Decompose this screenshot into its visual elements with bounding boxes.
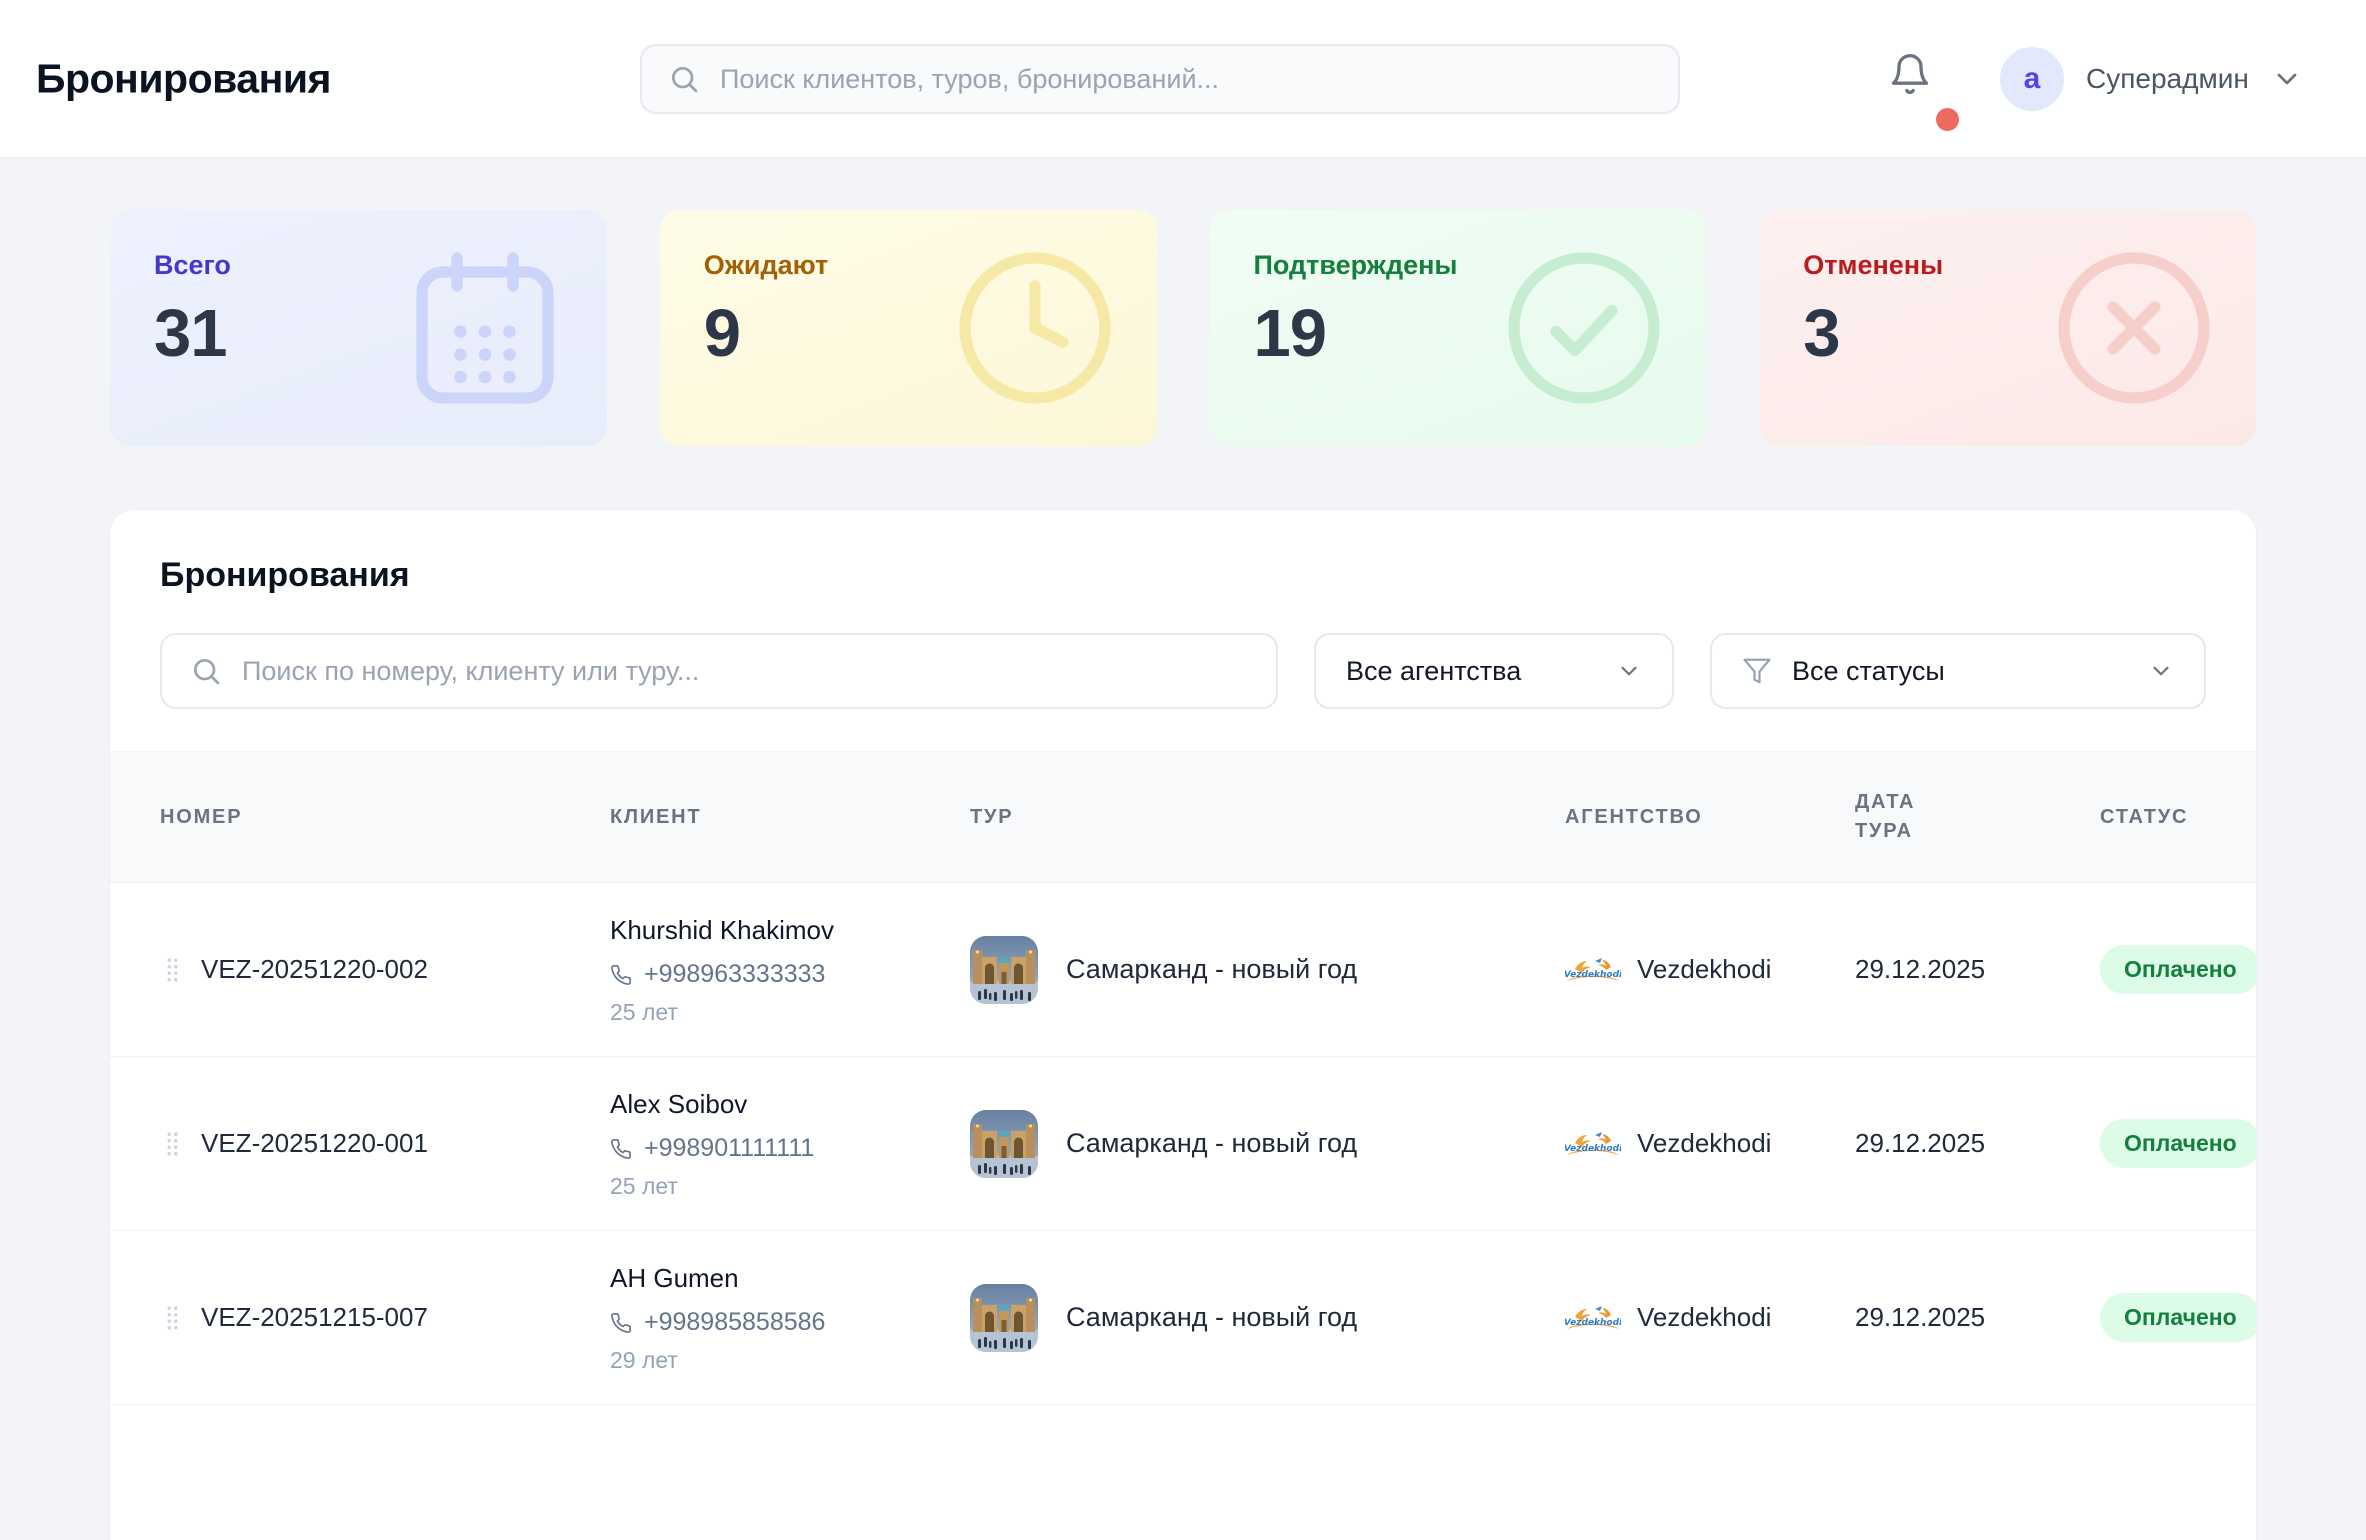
agency-filter-select[interactable]: Все агентства [1314, 633, 1674, 709]
client-phone: +998985858586 [644, 1308, 825, 1337]
tour-date: 29.12.2025 [1855, 1302, 2100, 1333]
bookings-table: Номер Клиент Тур Агентство Дата тура Ста… [110, 751, 2256, 1405]
booking-number: VEZ-20251215-007 [201, 1302, 428, 1333]
booking-number: VEZ-20251220-001 [201, 1128, 428, 1159]
booking-number: VEZ-20251220-002 [201, 954, 428, 985]
client-age: 25 лет [610, 1173, 970, 1200]
column-header-tour: Тур [970, 803, 1565, 832]
bell-icon [1888, 52, 1932, 96]
filter-icon [1742, 656, 1772, 686]
table-header-row: Номер Клиент Тур Агентство Дата тура Ста… [110, 751, 2256, 883]
phone-icon [610, 964, 632, 986]
status-badge: Оплачено [2100, 945, 2256, 994]
stats-row: Всего 31 Ожидают 9 Подтверждены 19 Отмен… [110, 210, 2256, 446]
check-circle-icon [1500, 244, 1668, 412]
client-age: 29 лет [610, 1347, 970, 1374]
phone-icon [610, 1138, 632, 1160]
chevron-down-icon [1616, 658, 1642, 684]
bookings-panel: Бронирования Все агентства Все статусы Н… [110, 510, 2256, 1540]
search-icon [668, 63, 700, 95]
drag-handle-icon[interactable] [166, 958, 179, 982]
bookings-search[interactable] [160, 633, 1278, 709]
table-row[interactable]: VEZ-20251220-002 Khurshid Khakimov +9989… [110, 883, 2256, 1057]
tour-date: 29.12.2025 [1855, 954, 2100, 985]
column-header-date: Дата тура [1855, 788, 1950, 846]
client-name: Khurshid Khakimov [610, 913, 845, 948]
search-icon [190, 655, 222, 687]
notification-dot [1936, 108, 1959, 131]
status-filter-select[interactable]: Все статусы [1710, 633, 2206, 709]
client-phone: +998901111111 [644, 1134, 814, 1163]
top-header: Бронирования a Суперадмин [0, 0, 2366, 158]
column-header-client: Клиент [610, 803, 970, 832]
column-header-status: Статус [2100, 803, 2256, 832]
calendar-icon [401, 244, 569, 412]
stat-card-total: Всего 31 [110, 210, 607, 446]
status-badge: Оплачено [2100, 1119, 2256, 1168]
agency-name: Vezdekhodi [1637, 954, 1771, 985]
page-title: Бронирования [36, 55, 331, 102]
stat-card-confirmed: Подтверждены 19 [1210, 210, 1707, 446]
client-name: AH Gumen [610, 1261, 845, 1296]
bookings-search-input[interactable] [242, 656, 1248, 687]
agency-filter-value: Все агентства [1346, 656, 1521, 687]
user-name: Суперадмин [2086, 63, 2249, 95]
user-menu[interactable]: a Суперадмин [2000, 46, 2303, 112]
status-badge: Оплачено [2100, 1293, 2256, 1342]
notifications-button[interactable] [1888, 52, 1948, 112]
chevron-down-icon [2148, 658, 2174, 684]
status-filter-value: Все статусы [1792, 656, 1945, 687]
global-search-input[interactable] [720, 64, 1652, 95]
tour-name: Самарканд - новый год [1066, 954, 1357, 985]
panel-controls: Все агентства Все статусы [160, 633, 2206, 709]
drag-handle-icon[interactable] [166, 1306, 179, 1330]
client-name: Alex Soibov [610, 1087, 845, 1122]
phone-icon [610, 1312, 632, 1334]
global-search[interactable] [640, 44, 1680, 114]
tour-name: Самарканд - новый год [1066, 1128, 1357, 1159]
client-age: 25 лет [610, 999, 970, 1026]
tour-date: 29.12.2025 [1855, 1128, 2100, 1159]
panel-title: Бронирования [160, 556, 2206, 595]
stat-card-pending: Ожидают 9 [660, 210, 1157, 446]
chevron-down-icon [2271, 63, 2303, 95]
agency-logo [1565, 1129, 1621, 1159]
table-row[interactable]: VEZ-20251215-007 AH Gumen +998985858586 … [110, 1231, 2256, 1405]
tour-thumbnail [970, 1110, 1038, 1178]
client-phone: +998963333333 [644, 960, 825, 989]
column-header-agency: Агентство [1565, 803, 1855, 832]
avatar: a [2000, 47, 2064, 111]
tour-name: Самарканд - новый год [1066, 1302, 1357, 1333]
drag-handle-icon[interactable] [166, 1132, 179, 1156]
agency-name: Vezdekhodi [1637, 1128, 1771, 1159]
agency-logo [1565, 955, 1621, 985]
clock-icon [951, 244, 1119, 412]
tour-thumbnail [970, 936, 1038, 1004]
stat-card-cancelled: Отменены 3 [1759, 210, 2256, 446]
table-row[interactable]: VEZ-20251220-001 Alex Soibov +9989011111… [110, 1057, 2256, 1231]
tour-thumbnail [970, 1284, 1038, 1352]
x-circle-icon [2050, 244, 2218, 412]
agency-name: Vezdekhodi [1637, 1302, 1771, 1333]
agency-logo [1565, 1303, 1621, 1333]
column-header-number: Номер [110, 803, 610, 832]
